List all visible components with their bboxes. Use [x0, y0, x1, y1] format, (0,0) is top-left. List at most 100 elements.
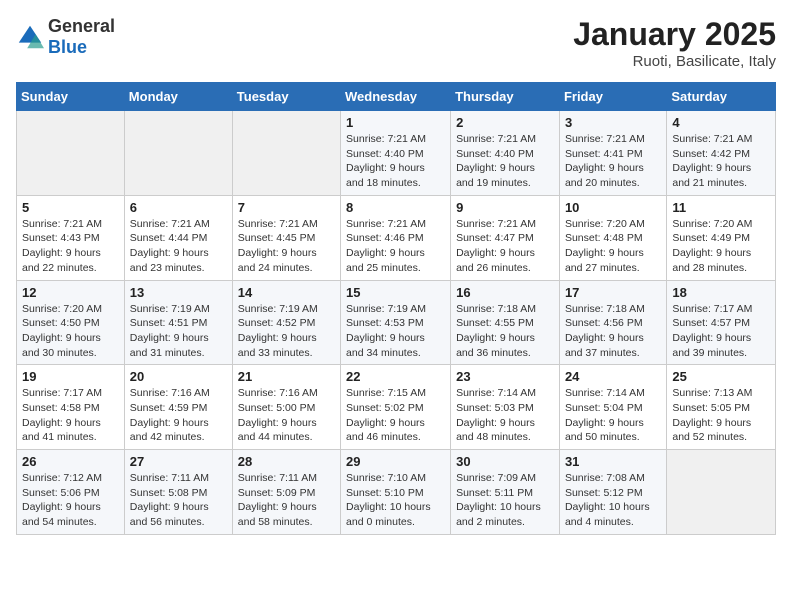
day-number: 9: [456, 200, 554, 215]
logo-blue: Blue: [48, 37, 87, 57]
day-number: 26: [22, 454, 119, 469]
day-number: 21: [238, 369, 335, 384]
day-info: Sunrise: 7:20 AM Sunset: 4:50 PM Dayligh…: [22, 302, 119, 361]
day-number: 8: [346, 200, 445, 215]
day-info: Sunrise: 7:21 AM Sunset: 4:40 PM Dayligh…: [456, 132, 554, 191]
day-number: 12: [22, 285, 119, 300]
calendar-day-cell: 23 Sunrise: 7:14 AM Sunset: 5:03 PM Dayli…: [451, 365, 560, 450]
day-number: 10: [565, 200, 661, 215]
day-number: 17: [565, 285, 661, 300]
calendar-week-row: 26 Sunrise: 7:12 AM Sunset: 5:06 PM Dayli…: [17, 450, 776, 535]
calendar-day-cell: 7 Sunrise: 7:21 AM Sunset: 4:45 PM Daylig…: [232, 195, 340, 280]
location-title: Ruoti, Basilicate, Italy: [573, 53, 776, 70]
day-info: Sunrise: 7:19 AM Sunset: 4:52 PM Dayligh…: [238, 302, 335, 361]
calendar-day-cell: 29 Sunrise: 7:10 AM Sunset: 5:10 PM Dayli…: [341, 450, 451, 535]
day-number: 24: [565, 369, 661, 384]
day-number: 4: [672, 115, 770, 130]
logo-icon: [16, 23, 44, 51]
day-info: Sunrise: 7:14 AM Sunset: 5:03 PM Dayligh…: [456, 386, 554, 445]
calendar-day-cell: 16Sunrise: 7:18 AM Sunset: 4:55 PM Dayli…: [451, 280, 560, 365]
day-info: Sunrise: 7:19 AM Sunset: 4:51 PM Dayligh…: [130, 302, 227, 361]
weekday-header-row: SundayMondayTuesdayWednesdayThursdayFrid…: [17, 83, 776, 111]
calendar-day-cell: 8Sunrise: 7:21 AM Sunset: 4:46 PM Daylig…: [341, 195, 451, 280]
day-number: 13: [130, 285, 227, 300]
day-number: 25: [672, 369, 770, 384]
day-info: Sunrise: 7:09 AM Sunset: 5:11 PM Dayligh…: [456, 471, 554, 530]
calendar-day-cell: 6 Sunrise: 7:21 AM Sunset: 4:44 PM Daylig…: [124, 195, 232, 280]
calendar-day-cell: 11Sunrise: 7:20 AM Sunset: 4:49 PM Dayli…: [667, 195, 776, 280]
calendar-day-cell: 2 Sunrise: 7:21 AM Sunset: 4:40 PM Daylig…: [451, 111, 560, 196]
calendar-day-cell: 26 Sunrise: 7:12 AM Sunset: 5:06 PM Dayli…: [17, 450, 125, 535]
day-info: Sunrise: 7:18 AM Sunset: 4:55 PM Dayligh…: [456, 302, 554, 361]
calendar-day-cell: 15Sunrise: 7:19 AM Sunset: 4:53 PM Dayli…: [341, 280, 451, 365]
weekday-header-sunday: Sunday: [17, 83, 125, 111]
calendar-day-cell: 25 Sunrise: 7:13 AM Sunset: 5:05 PM Dayli…: [667, 365, 776, 450]
day-number: 5: [22, 200, 119, 215]
calendar-day-cell: 12 Sunrise: 7:20 AM Sunset: 4:50 PM Dayli…: [17, 280, 125, 365]
day-info: Sunrise: 7:19 AM Sunset: 4:53 PM Dayligh…: [346, 302, 445, 361]
day-info: Sunrise: 7:12 AM Sunset: 5:06 PM Dayligh…: [22, 471, 119, 530]
calendar-day-cell: 9 Sunrise: 7:21 AM Sunset: 4:47 PM Daylig…: [451, 195, 560, 280]
day-info: Sunrise: 7:21 AM Sunset: 4:47 PM Dayligh…: [456, 217, 554, 276]
day-number: 6: [130, 200, 227, 215]
calendar-day-cell: 5 Sunrise: 7:21 AM Sunset: 4:43 PM Daylig…: [17, 195, 125, 280]
day-info: Sunrise: 7:21 AM Sunset: 4:41 PM Dayligh…: [565, 132, 661, 191]
weekday-header-thursday: Thursday: [451, 83, 560, 111]
day-number: 14: [238, 285, 335, 300]
day-info: Sunrise: 7:11 AM Sunset: 5:08 PM Dayligh…: [130, 471, 227, 530]
calendar-day-cell: 17 Sunrise: 7:18 AM Sunset: 4:56 PM Dayli…: [559, 280, 666, 365]
day-number: 19: [22, 369, 119, 384]
day-info: Sunrise: 7:20 AM Sunset: 4:48 PM Dayligh…: [565, 217, 661, 276]
day-number: 23: [456, 369, 554, 384]
day-info: Sunrise: 7:17 AM Sunset: 4:57 PM Dayligh…: [672, 302, 770, 361]
calendar-day-cell: 4 Sunrise: 7:21 AM Sunset: 4:42 PM Daylig…: [667, 111, 776, 196]
calendar-day-cell: 28Sunrise: 7:11 AM Sunset: 5:09 PM Dayli…: [232, 450, 340, 535]
day-info: Sunrise: 7:16 AM Sunset: 4:59 PM Dayligh…: [130, 386, 227, 445]
day-number: 1: [346, 115, 445, 130]
weekday-header-tuesday: Tuesday: [232, 83, 340, 111]
day-info: Sunrise: 7:21 AM Sunset: 4:43 PM Dayligh…: [22, 217, 119, 276]
day-info: Sunrise: 7:18 AM Sunset: 4:56 PM Dayligh…: [565, 302, 661, 361]
calendar-day-cell: 3 Sunrise: 7:21 AM Sunset: 4:41 PM Daylig…: [559, 111, 666, 196]
day-number: 2: [456, 115, 554, 130]
logo-text: General Blue: [48, 16, 115, 58]
day-number: 28: [238, 454, 335, 469]
day-number: 31: [565, 454, 661, 469]
calendar-day-cell: 13 Sunrise: 7:19 AM Sunset: 4:51 PM Dayli…: [124, 280, 232, 365]
calendar-day-cell: 22Sunrise: 7:15 AM Sunset: 5:02 PM Dayli…: [341, 365, 451, 450]
calendar-day-cell: 14 Sunrise: 7:19 AM Sunset: 4:52 PM Dayli…: [232, 280, 340, 365]
calendar-day-cell: 27 Sunrise: 7:11 AM Sunset: 5:08 PM Dayli…: [124, 450, 232, 535]
day-number: 18: [672, 285, 770, 300]
month-title: January 2025: [573, 16, 776, 53]
day-info: Sunrise: 7:10 AM Sunset: 5:10 PM Dayligh…: [346, 471, 445, 530]
day-number: 30: [456, 454, 554, 469]
day-info: Sunrise: 7:21 AM Sunset: 4:45 PM Dayligh…: [238, 217, 335, 276]
weekday-header-saturday: Saturday: [667, 83, 776, 111]
page-header: General Blue January 2025 Ruoti, Basilic…: [16, 16, 776, 70]
day-info: Sunrise: 7:21 AM Sunset: 4:42 PM Dayligh…: [672, 132, 770, 191]
calendar-day-cell: 19Sunrise: 7:17 AM Sunset: 4:58 PM Dayli…: [17, 365, 125, 450]
calendar-week-row: 19Sunrise: 7:17 AM Sunset: 4:58 PM Dayli…: [17, 365, 776, 450]
day-number: 7: [238, 200, 335, 215]
day-info: Sunrise: 7:16 AM Sunset: 5:00 PM Dayligh…: [238, 386, 335, 445]
title-section: January 2025 Ruoti, Basilicate, Italy: [573, 16, 776, 70]
calendar-day-cell: 1 Sunrise: 7:21 AM Sunset: 4:40 PM Daylig…: [341, 111, 451, 196]
day-info: Sunrise: 7:21 AM Sunset: 4:44 PM Dayligh…: [130, 217, 227, 276]
day-info: Sunrise: 7:21 AM Sunset: 4:40 PM Dayligh…: [346, 132, 445, 191]
calendar-day-cell: [124, 111, 232, 196]
calendar-table: SundayMondayTuesdayWednesdayThursdayFrid…: [16, 82, 776, 535]
calendar-day-cell: [667, 450, 776, 535]
logo-general: General: [48, 16, 115, 36]
day-info: Sunrise: 7:14 AM Sunset: 5:04 PM Dayligh…: [565, 386, 661, 445]
calendar-day-cell: [232, 111, 340, 196]
day-info: Sunrise: 7:20 AM Sunset: 4:49 PM Dayligh…: [672, 217, 770, 276]
calendar-day-cell: 31Sunrise: 7:08 AM Sunset: 5:12 PM Dayli…: [559, 450, 666, 535]
logo: General Blue: [16, 16, 115, 58]
calendar-day-cell: 30 Sunrise: 7:09 AM Sunset: 5:11 PM Dayli…: [451, 450, 560, 535]
day-info: Sunrise: 7:13 AM Sunset: 5:05 PM Dayligh…: [672, 386, 770, 445]
calendar-week-row: 5 Sunrise: 7:21 AM Sunset: 4:43 PM Daylig…: [17, 195, 776, 280]
day-number: 3: [565, 115, 661, 130]
day-number: 27: [130, 454, 227, 469]
weekday-header-wednesday: Wednesday: [341, 83, 451, 111]
day-number: 29: [346, 454, 445, 469]
